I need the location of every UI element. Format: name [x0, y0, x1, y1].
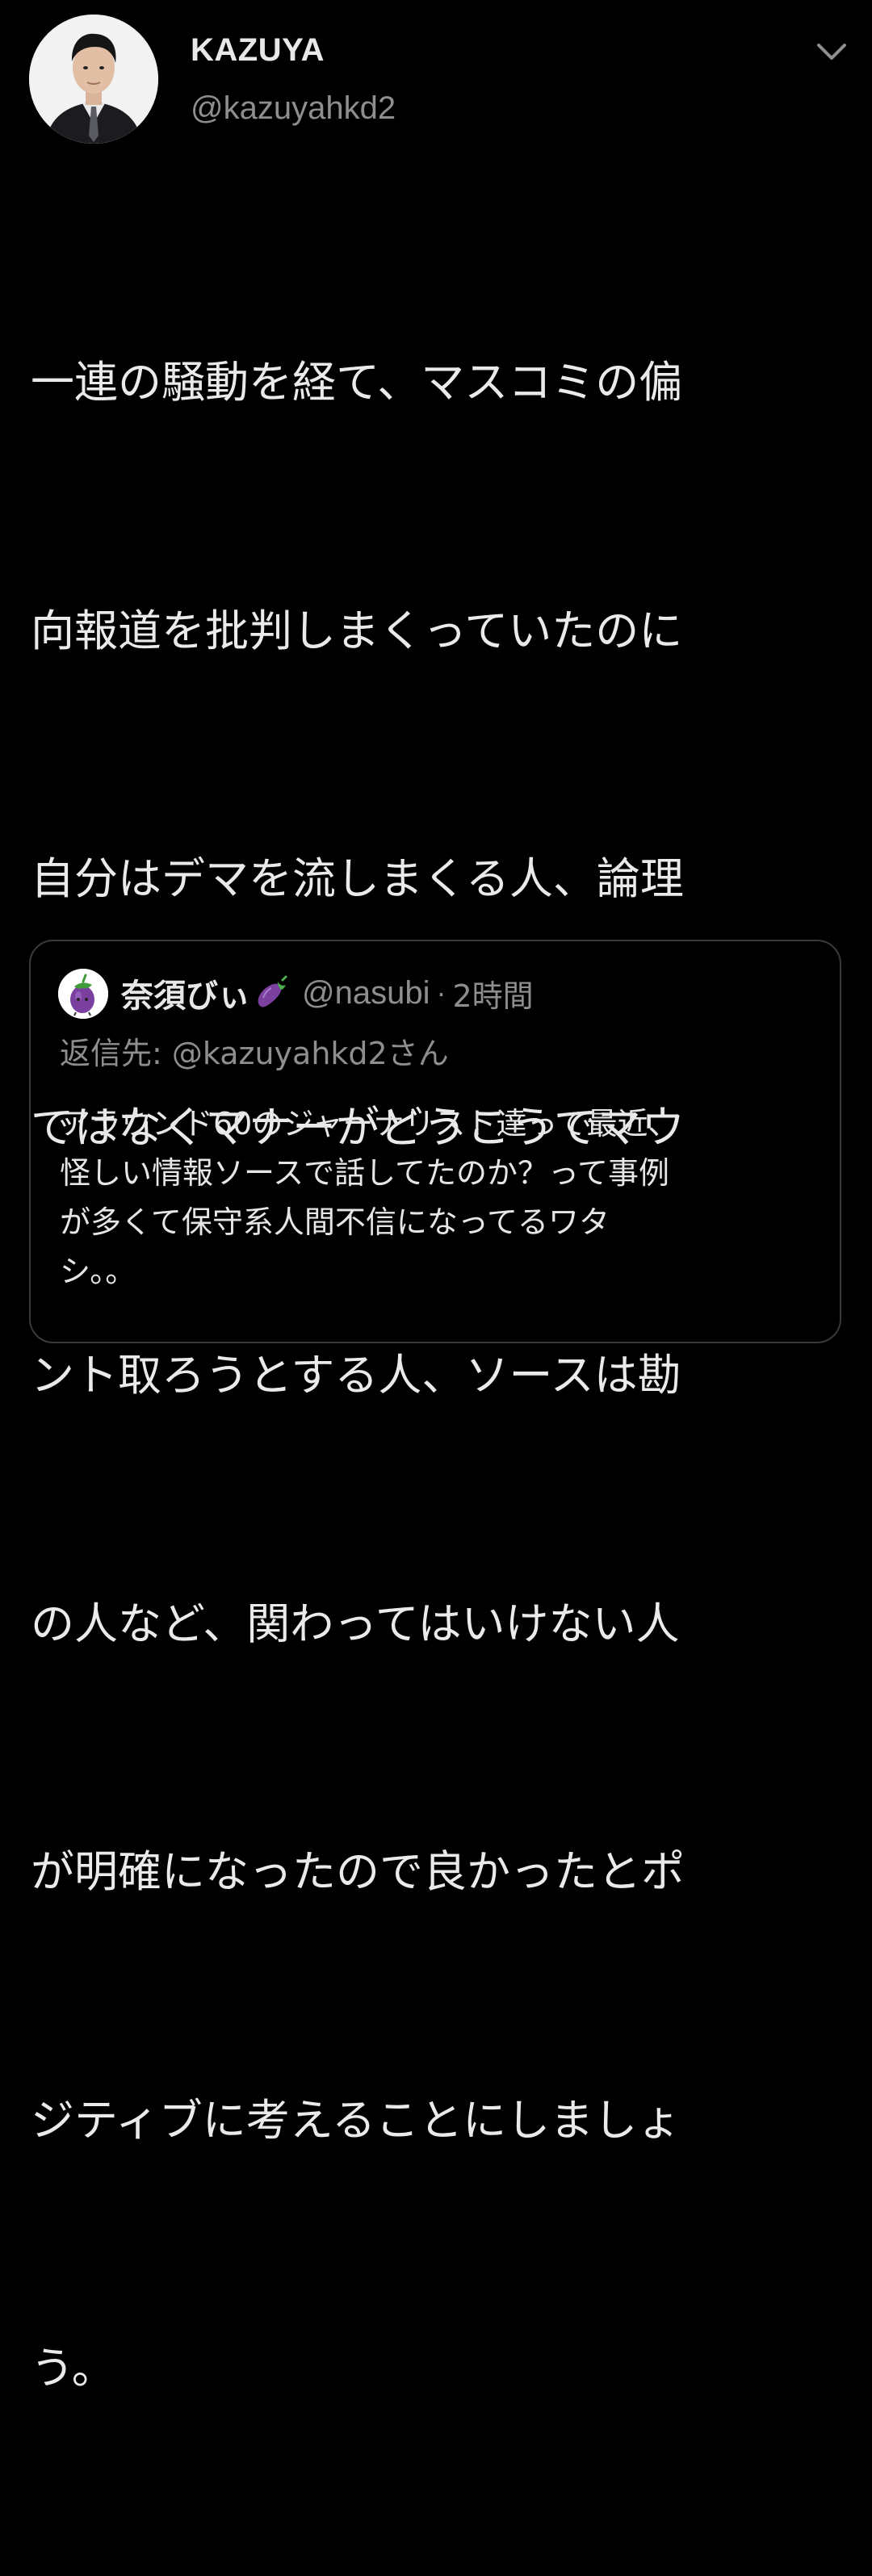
- quoted-text-line: が多くて保守系人間不信になってるワタ: [60, 1204, 610, 1240]
- author-avatar[interactable]: [29, 15, 158, 144]
- quoted-author-handle[interactable]: @nasubi: [302, 975, 430, 1012]
- reply-to-line: 返信先: @kazuyahkd2さん: [60, 1028, 449, 1073]
- quoted-text-line: アラウンド60のジャーナリスト達って最近、: [60, 1106, 679, 1141]
- tweet-text: 一連の騒動を経て、マスコミの偏 向報道を批判しまくっていたのに 自分はデマを流し…: [31, 176, 846, 2576]
- tweet-text-line: の人など、関わってはいけない人: [31, 1598, 680, 1649]
- quoted-tweet-text: アラウンド60のジャーナリスト達って最近、 怪しい情報ソースで話してたのか？って…: [60, 1100, 811, 1296]
- user-avatar-photo-icon: [29, 15, 158, 144]
- tweet-text-line: 一連の騒動を経て、マスコミの偏: [31, 357, 683, 408]
- quoted-author-name[interactable]: 奈須びぃ: [121, 970, 250, 1016]
- tweet-text-line: 自分はデマを流しまくる人、論理: [31, 853, 684, 904]
- eggplant-emoji-icon: [252, 974, 291, 1012]
- reply-to-handle[interactable]: @kazuyahkd2さん: [172, 1036, 449, 1071]
- tweet-text-line: ジティブに考えることにしましょ: [31, 2094, 681, 2146]
- reply-to-prefix: 返信先:: [60, 1036, 172, 1071]
- tweet: KAZUYA @kazuyahkd2 一連の騒動を経て、マスコミの偏 向報道を批…: [0, 0, 872, 2394]
- author-display-name[interactable]: KAZUYA: [191, 32, 325, 69]
- tweet-text-line: が明確になったので良かったとポ: [31, 1846, 685, 1897]
- author-handle[interactable]: @kazuyahkd2: [191, 90, 396, 127]
- eggplant-avatar-icon[interactable]: [58, 969, 108, 1019]
- tweet-text-line: う。: [31, 2343, 115, 2394]
- quoted-tweet-time[interactable]: 2時間: [452, 971, 533, 1016]
- separator-dot: ·: [436, 976, 446, 1009]
- quoted-tweet[interactable]: 奈須びぃ @nasubi · 2時間 返信先: @kazuyahkd2さん アラ…: [29, 940, 841, 1343]
- quoted-tweet-header: 奈須びぃ @nasubi · 2時間: [121, 970, 534, 1016]
- tweet-text-line: 向報道を批判しまくっていたのに: [31, 605, 683, 656]
- chevron-down-icon[interactable]: [814, 36, 849, 68]
- quoted-text-line: シ。。: [60, 1254, 136, 1289]
- tweet-text-line: ント取ろうとする人、ソースは勘: [31, 1350, 681, 1401]
- quoted-text-line: 怪しい情報ソースで話してたのか？って事例: [60, 1155, 670, 1191]
